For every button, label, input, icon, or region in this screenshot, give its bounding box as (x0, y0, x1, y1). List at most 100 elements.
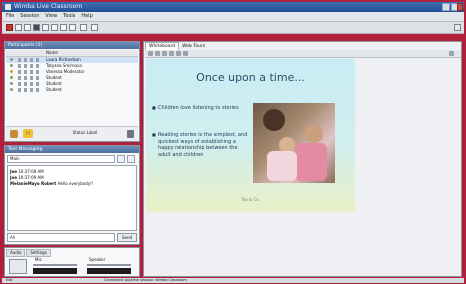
play-icon[interactable] (15, 24, 22, 31)
pen-icon[interactable] (155, 51, 160, 56)
participant-row[interactable]: Laura Richardson (6, 57, 138, 63)
chat-options-icon[interactable] (127, 155, 135, 163)
tab-audio[interactable]: Audio (6, 249, 26, 257)
participant-status-icon (30, 76, 33, 80)
whiteboard-icon[interactable] (51, 24, 58, 31)
participant-status-icon (24, 58, 27, 62)
minimize-icon[interactable] (442, 3, 450, 11)
emoticon-button[interactable]: ?!! (23, 129, 33, 138)
whiteboard-panel: Whiteboard Web Tours Once upon a time... … (143, 41, 462, 277)
screen-icon[interactable] (60, 24, 67, 31)
slide-bullet: Children love listening to stories (152, 105, 250, 112)
menu-tools[interactable]: Tools (63, 12, 75, 21)
chat-text: Hello everybody!! (57, 181, 94, 186)
column-name-label: Name (46, 50, 58, 55)
raise-hand-icon[interactable] (10, 130, 18, 138)
chat-room-select[interactable]: Main (7, 155, 115, 163)
chat-send-button[interactable]: Send (117, 233, 137, 242)
layout-icon[interactable] (69, 24, 76, 31)
participant-status-icon (24, 70, 27, 74)
chat-message: Joe 10:37:09 AM (10, 175, 44, 180)
text-icon[interactable] (162, 51, 167, 56)
presence-icon (10, 88, 13, 92)
menu-help[interactable]: Help (81, 12, 92, 21)
participant-status-icon (24, 88, 27, 92)
stop-icon[interactable] (24, 24, 31, 31)
presentation-slide: Once upon a time... Children love listen… (146, 59, 355, 212)
help-icon[interactable] (454, 24, 461, 31)
presence-icon (10, 58, 13, 62)
photo-figure (295, 143, 327, 181)
participant-status-icon (18, 70, 21, 74)
speaker-label: Speaker (89, 257, 106, 262)
audio-tabs: Audio Settings (6, 249, 52, 257)
eraser-icon[interactable] (169, 51, 174, 56)
close-icon[interactable] (457, 3, 463, 11)
menu-session[interactable]: Session (20, 12, 39, 21)
participant-status-icon (36, 82, 39, 86)
presentation-icon[interactable] (42, 24, 49, 31)
chat-recipient-select[interactable]: All (7, 233, 115, 242)
participant-row[interactable]: Vanessa Moderator (6, 69, 138, 75)
mic-slider[interactable] (33, 264, 77, 266)
menu-bar: File Session View Tools Help (2, 12, 464, 22)
participant-status-icon (24, 82, 27, 86)
talk-button[interactable] (9, 259, 27, 274)
participant-status-icon (36, 76, 39, 80)
main-toolbar (2, 22, 464, 34)
record-icon[interactable] (6, 24, 13, 31)
app-icon (5, 4, 11, 10)
participant-row[interactable]: Student (6, 75, 138, 81)
participant-row[interactable]: Student (6, 81, 138, 87)
participant-status-icon (36, 88, 39, 92)
chat-time: 10:37:08 AM (18, 169, 44, 174)
shape-icon[interactable] (176, 51, 181, 56)
color-icon[interactable] (183, 51, 188, 56)
participant-status-icon (30, 58, 33, 62)
chat-log: Joe 10:37:08 AM Joe 10:37:09 AM MelanieM… (7, 165, 137, 231)
participant-name: Vanessa Moderator (46, 69, 85, 74)
participant-status-icon (18, 82, 21, 86)
participant-name: Student (46, 87, 62, 92)
mic-label: Mic (35, 257, 42, 262)
participant-row[interactable]: Tatyana Smirnova (6, 63, 138, 69)
participant-name: Student (46, 75, 62, 80)
grid-icon[interactable] (33, 24, 40, 31)
chat-time: 10:37:09 AM (18, 175, 44, 180)
chat-message: MelanieMayo Robert Hello everybody!! (10, 181, 93, 186)
menu-view[interactable]: View (45, 12, 57, 21)
menu-file[interactable]: File (6, 12, 14, 21)
speaker-slider[interactable] (87, 264, 131, 266)
participant-options-icon[interactable] (127, 130, 134, 138)
settings-icon[interactable] (91, 24, 98, 31)
participant-status-icon (18, 76, 21, 80)
photo-figure (267, 151, 297, 181)
presence-icon (10, 76, 13, 80)
photo-figure (263, 109, 285, 131)
participant-row[interactable]: Student (6, 87, 138, 93)
tab-whiteboard[interactable]: Whiteboard (145, 42, 180, 50)
slide-title: Once upon a time... (196, 71, 305, 84)
participant-status-icon (30, 70, 33, 74)
tab-settings[interactable]: Settings (26, 249, 51, 257)
participant-status-icon (24, 64, 27, 68)
participant-tools: ?!! Status Label (6, 126, 138, 141)
whiteboard-options-icon[interactable] (449, 51, 454, 56)
app-window-frame: Wimba Live Classroom File Session View T… (0, 0, 466, 284)
participant-status-icon (18, 58, 21, 62)
tab-web-tours[interactable]: Web Tours (179, 43, 208, 50)
participant-status-icon (18, 64, 21, 68)
pointer-icon[interactable] (148, 51, 153, 56)
chat-sender: MelanieMayo Robert (10, 181, 57, 186)
participants-panel: Participants (5) Name ?!! Status Label L… (4, 41, 140, 142)
chat-room-dropdown-icon[interactable] (117, 155, 125, 163)
chat-sender: Joe (10, 169, 17, 174)
participant-status-icon (30, 82, 33, 86)
participant-name: Tatyana Smirnova (46, 63, 82, 68)
share-icon[interactable] (80, 24, 87, 31)
participant-name: Student (46, 81, 62, 86)
chat-panel: Text Messaging Main Joe 10:37:08 AM Joe … (4, 145, 140, 245)
audio-panel: Audio Settings Mic Speaker (4, 247, 140, 277)
participants-column-header: Name (6, 50, 138, 57)
participant-name: Laura Richardson (46, 57, 81, 62)
